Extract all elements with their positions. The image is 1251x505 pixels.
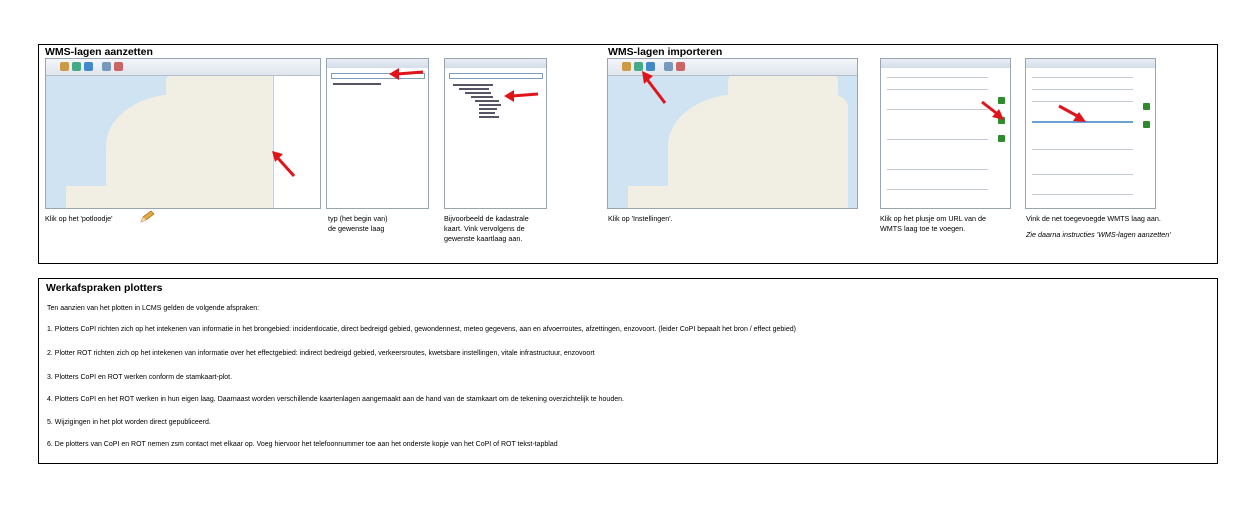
arrow-pencil [272,151,296,178]
caption-line: Vink de net toegevoegde WMTS laag aan. [1026,214,1161,223]
caption-settings: Klik op 'Instellingen'. [608,214,673,223]
screenshot-layer-tree [444,58,547,209]
map-view[interactable] [46,76,272,208]
caption-line: Klik op het plusje om URL van de [880,214,987,223]
agreement-rule: 1. Plotters CoPI richten zich op het int… [47,326,796,333]
agreement-rule: 3. Plotters CoPI en ROT werken conform d… [47,374,233,381]
agreement-rule: 6. De plotters van CoPI en ROT nemen zsm… [47,441,558,448]
instructions-box: WMS-lagen aanzetten WMS-lagen importeren [38,44,1218,264]
caption-pencil: Klik op het 'potloodje' [45,214,113,223]
arrow-new-layer [1058,104,1086,122]
caption-line: gewenste kaartlaag aan. [444,234,523,243]
screenshot-settings-dialog [880,58,1011,209]
arrow-cadastral-layer [504,90,539,102]
agreement-rule: 2. Plotter ROT richten zich op het intek… [47,350,595,357]
caption-line: WMTS laag toe te voegen. [880,224,966,233]
arrow-plus-button [981,100,1004,120]
heading-wms-import: WMS-lagen importeren [608,46,723,58]
arrow-search-field [389,68,424,80]
caption-line: Bijvoorbeeld de kadastrale [444,214,529,223]
arrow-settings [642,71,667,104]
heading-agreements: Werkafspraken plotters [46,282,163,294]
agreements-box: Werkafspraken plotters Ten aanzien van h… [38,278,1218,464]
layers-panel[interactable] [273,76,320,208]
caption-cadastral: Bijvoorbeeld de kadastrale kaart. Vink v… [444,214,529,244]
pencil-icon [140,210,155,223]
caption-plus: Klik op het plusje om URL van de WMTS la… [880,214,986,234]
caption-line: kaart. Vink vervolgens de [444,224,525,233]
caption-line: typ (het begin van) [328,214,388,223]
caption-search: typ (het begin van) de gewenste laag [328,214,388,234]
app-toolbar [46,59,320,76]
agreements-intro: Ten aanzien van het plotten in LCMS geld… [47,305,260,312]
screenshot-map-app [45,58,321,209]
screenshot-settings-new-layer [1025,58,1156,209]
caption-check-layer: Vink de net toegevoegde WMTS laag aan. Z… [1026,214,1171,240]
agreement-rule: 4. Plotters CoPI en het ROT werken in hu… [47,396,624,403]
heading-wms-enable: WMS-lagen aanzetten [45,46,153,58]
agreement-rule: 5. Wijzigingen in het plot worden direct… [47,419,211,426]
caption-line: de gewenste laag [328,224,385,233]
caption-note: Zie daarna instructies 'WMS-lagen aanzet… [1026,230,1171,239]
